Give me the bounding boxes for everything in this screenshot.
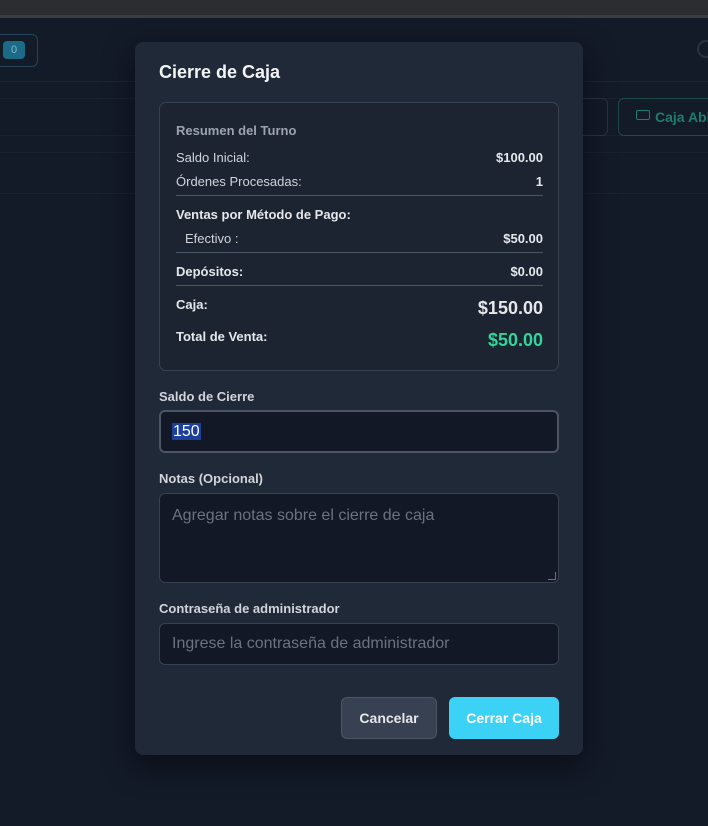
summary-row-total: Total de Venta: $50.00 <box>176 329 543 353</box>
background-cash-open-button: Caja Abi <box>618 98 708 136</box>
notas-placeholder: Agregar notas sobre el cierre de caja <box>172 507 435 524</box>
efectivo-value: $50.00 <box>503 231 543 246</box>
summary-divider <box>176 285 543 286</box>
summary-divider <box>176 252 543 253</box>
total-label: Total de Venta: <box>176 329 268 344</box>
password-label: Contraseña de administrador <box>159 601 340 616</box>
depositos-label: Depósitos: <box>176 264 244 279</box>
saldo-cierre-label: Saldo de Cierre <box>159 389 255 404</box>
summary-title: Resumen del Turno <box>176 123 297 138</box>
password-placeholder: Ingrese la contraseña de administrador <box>172 635 450 652</box>
shift-summary-panel: Resumen del Turno Saldo Inicial: $100.00… <box>159 102 559 371</box>
notas-textarea[interactable]: Agregar notas sobre el cierre de caja <box>159 493 559 583</box>
saldo-cierre-value: 150 <box>172 423 201 440</box>
ordenes-label: Órdenes Procesadas: <box>176 174 302 189</box>
saldo-inicial-label: Saldo Inicial: <box>176 150 250 165</box>
ordenes-value: 1 <box>535 174 543 189</box>
caja-value: $150.00 <box>477 298 543 318</box>
total-value: $50.00 <box>487 330 543 350</box>
summary-divider <box>176 195 543 196</box>
close-cash-button[interactable]: Cerrar Caja <box>449 697 559 739</box>
password-input[interactable]: Ingrese la contraseña de administrador <box>159 623 559 665</box>
summary-row-caja: Caja: $150.00 <box>176 297 543 321</box>
resize-handle-icon[interactable] <box>548 572 556 580</box>
saldo-inicial-value: $100.00 <box>496 150 543 165</box>
efectivo-label: Efectivo : <box>185 231 239 246</box>
background-count-badge: 0 <box>3 41 25 59</box>
window-top-bar <box>0 0 708 18</box>
cash-close-modal: Cierre de Caja Resumen del Turno Saldo I… <box>135 42 583 755</box>
notas-label: Notas (Opcional) <box>159 471 264 486</box>
saldo-cierre-input[interactable]: 150 <box>159 410 559 453</box>
ventas-label: Ventas por Método de Pago: <box>176 207 351 222</box>
modal-title: Cierre de Caja <box>159 62 281 82</box>
caja-label: Caja: <box>176 297 208 312</box>
depositos-value: $0.00 <box>510 264 543 279</box>
globe-icon <box>697 40 708 58</box>
cancel-button[interactable]: Cancelar <box>341 697 437 739</box>
cash-register-icon <box>636 110 650 120</box>
background-cash-open-label: Caja Abi <box>655 109 708 125</box>
